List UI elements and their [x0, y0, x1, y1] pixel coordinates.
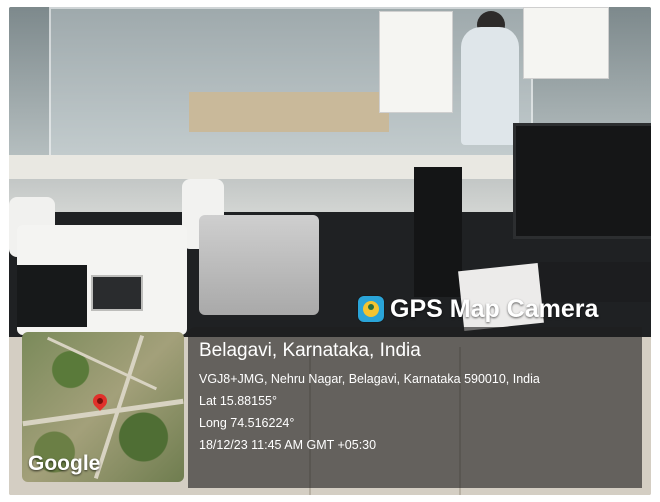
epoch-instrument — [199, 215, 319, 315]
person-in-lab-coat — [461, 27, 519, 145]
pc-tower — [414, 167, 462, 297]
latitude-line: Lat 15.88155° — [199, 394, 277, 408]
gps-map-camera-icon — [358, 296, 384, 322]
app-name: GPS Map Camera — [390, 294, 599, 323]
longitude-line: Long 74.516224° — [199, 416, 295, 430]
address-line: VGJ8+JMG, Nehru Nagar, Belagavi, Karnata… — [199, 372, 540, 386]
notice-paper-right — [523, 7, 609, 79]
map-thumbnail: Google — [22, 332, 184, 482]
location-title: Belagavi, Karnataka, India — [199, 340, 421, 361]
notice-paper-left — [379, 11, 453, 113]
back-shelf — [189, 92, 389, 132]
monitor — [513, 123, 651, 239]
gps-map-camera-brand: GPS Map Camera — [358, 292, 598, 326]
plate-reader-screen — [91, 275, 143, 311]
map-pin-icon — [90, 391, 110, 411]
plate-reader-front — [17, 265, 87, 327]
datetime-line: 18/12/23 11:45 AM GMT +05:30 — [199, 438, 377, 452]
google-logo: Google — [28, 452, 101, 475]
